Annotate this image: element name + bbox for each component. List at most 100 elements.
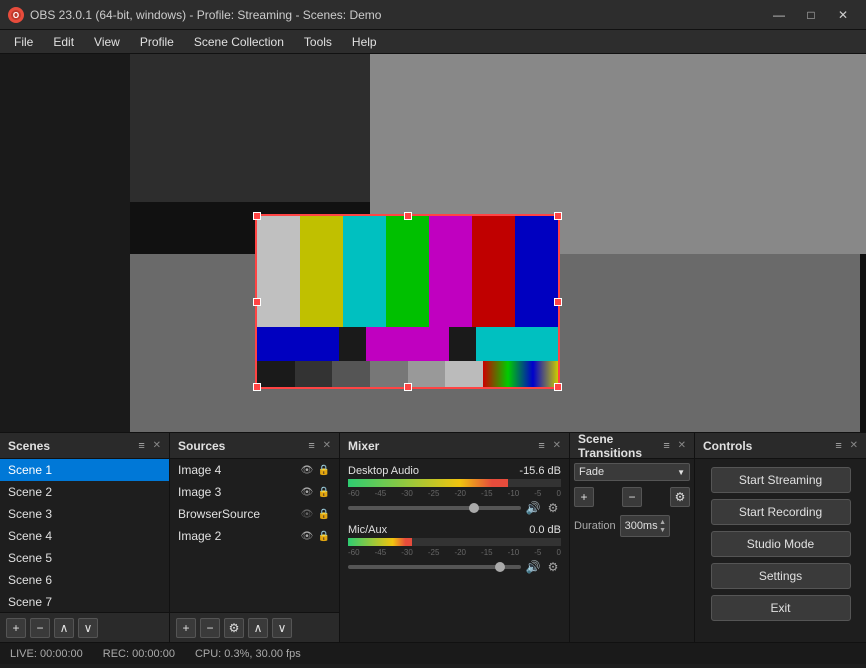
handle-bm[interactable] bbox=[404, 383, 412, 391]
transition-settings-button[interactable]: ⚙ bbox=[670, 487, 690, 507]
source-item-image3[interactable]: Image 3 👁 🔒 bbox=[170, 481, 339, 503]
source-lock-icon-image3[interactable]: 🔒 bbox=[317, 485, 331, 499]
scenes-panel-icons: ≡ ✕ bbox=[135, 439, 161, 453]
scenes-close-icon[interactable]: ✕ bbox=[153, 440, 161, 451]
duration-up-button[interactable]: ▲ bbox=[658, 518, 668, 526]
controls-content: Start Streaming Start Recording Studio M… bbox=[695, 459, 866, 642]
mixer-meter-mic-bar bbox=[348, 538, 412, 546]
scene-item-6[interactable]: Scene 6 bbox=[0, 569, 169, 591]
handle-bl[interactable] bbox=[253, 383, 261, 391]
source-eye-icon-image2[interactable]: 👁 bbox=[300, 529, 314, 543]
scene-item-5[interactable]: Scene 5 bbox=[0, 547, 169, 569]
menu-help[interactable]: Help bbox=[342, 33, 387, 51]
sources-list: Image 4 👁 🔒 Image 3 👁 🔒 BrowserSource 👁 … bbox=[170, 459, 339, 612]
scenes-up-button[interactable]: ∧ bbox=[54, 618, 74, 638]
source-eye-icon-image3[interactable]: 👁 bbox=[300, 485, 314, 499]
exit-button[interactable]: Exit bbox=[711, 595, 851, 621]
sources-panel-icons: ≡ ✕ bbox=[305, 439, 331, 453]
mixer-track-mic: Mic/Aux 0.0 dB -60-45-30-25-20-15-10-50 … bbox=[340, 522, 569, 581]
start-recording-button[interactable]: Start Recording bbox=[711, 499, 851, 525]
start-streaming-button[interactable]: Start Streaming bbox=[711, 467, 851, 493]
source-item-image4[interactable]: Image 4 👁 🔒 bbox=[170, 459, 339, 481]
duration-down-button[interactable]: ▼ bbox=[658, 526, 668, 534]
mixer-close-icon[interactable]: ✕ bbox=[553, 440, 561, 451]
mixer-config-icon[interactable]: ≡ bbox=[535, 439, 549, 453]
menu-file[interactable]: File bbox=[4, 33, 43, 51]
handle-tl[interactable] bbox=[253, 212, 261, 220]
scene-item-4[interactable]: Scene 4 bbox=[0, 525, 169, 547]
controls-close-icon[interactable]: ✕ bbox=[850, 440, 858, 451]
menu-scene-collection[interactable]: Scene Collection bbox=[184, 33, 294, 51]
scenes-config-icon[interactable]: ≡ bbox=[135, 439, 149, 453]
mixer-settings-mic[interactable]: ⚙ bbox=[545, 559, 561, 575]
scenes-down-button[interactable]: ∨ bbox=[78, 618, 98, 638]
chevron-down-icon: ▼ bbox=[677, 468, 685, 477]
mixer-slider-desktop[interactable] bbox=[348, 506, 521, 510]
source-eye-icon-browser[interactable]: 👁 bbox=[300, 507, 314, 521]
transitions-close-icon[interactable]: ✕ bbox=[678, 440, 686, 451]
source-lock-icon-image4[interactable]: 🔒 bbox=[317, 463, 331, 477]
mixer-mute-desktop[interactable]: 🔊 bbox=[525, 500, 541, 516]
duration-input[interactable]: 300ms ▲ ▼ bbox=[620, 515, 670, 537]
close-button[interactable]: ✕ bbox=[828, 5, 858, 25]
sources-config-icon[interactable]: ≡ bbox=[305, 439, 319, 453]
mixer-meter-desktop-bar bbox=[348, 479, 508, 487]
sources-add-button[interactable]: + bbox=[176, 618, 196, 638]
source-name-image3: Image 3 bbox=[178, 485, 300, 499]
mixer-mute-mic[interactable]: 🔊 bbox=[525, 559, 541, 575]
menu-bar: File Edit View Profile Scene Collection … bbox=[0, 30, 866, 54]
transition-remove-button[interactable]: − bbox=[622, 487, 642, 507]
status-bar: LIVE: 00:00:00 REC: 00:00:00 CPU: 0.3%, … bbox=[0, 642, 866, 664]
handle-br[interactable] bbox=[554, 383, 562, 391]
svg-text:O: O bbox=[13, 11, 19, 20]
sources-settings-button[interactable]: ⚙ bbox=[224, 618, 244, 638]
sources-remove-button[interactable]: − bbox=[200, 618, 220, 638]
transition-buttons: + − ⚙ bbox=[574, 487, 690, 507]
menu-view[interactable]: View bbox=[84, 33, 130, 51]
sources-down-button[interactable]: ∨ bbox=[272, 618, 292, 638]
studio-mode-button[interactable]: Studio Mode bbox=[711, 531, 851, 557]
mixer-meter-mic bbox=[348, 538, 561, 546]
handle-mr[interactable] bbox=[554, 298, 562, 306]
source-eye-icon-image4[interactable]: 👁 bbox=[300, 463, 314, 477]
scene-item-3[interactable]: Scene 3 bbox=[0, 503, 169, 525]
handle-tr[interactable] bbox=[554, 212, 562, 220]
scenes-remove-button[interactable]: − bbox=[30, 618, 50, 638]
title-bar: O OBS 23.0.1 (64-bit, windows) - Profile… bbox=[0, 0, 866, 30]
menu-edit[interactable]: Edit bbox=[43, 33, 84, 51]
duration-label: Duration bbox=[574, 520, 616, 532]
settings-button[interactable]: Settings bbox=[711, 563, 851, 589]
mixer-settings-desktop[interactable]: ⚙ bbox=[545, 500, 561, 516]
handle-tm[interactable] bbox=[404, 212, 412, 220]
maximize-button[interactable]: □ bbox=[796, 5, 826, 25]
sources-up-button[interactable]: ∧ bbox=[248, 618, 268, 638]
scene-item-1[interactable]: Scene 1 bbox=[0, 459, 169, 481]
menu-profile[interactable]: Profile bbox=[130, 33, 184, 51]
source-item-image2[interactable]: Image 2 👁 🔒 bbox=[170, 525, 339, 547]
transition-select-dropdown[interactable]: Fade ▼ bbox=[574, 463, 690, 481]
mixer-track-desktop-name: Desktop Audio bbox=[348, 465, 419, 477]
sources-close-icon[interactable]: ✕ bbox=[323, 440, 331, 451]
scene-item-2[interactable]: Scene 2 bbox=[0, 481, 169, 503]
handle-ml[interactable] bbox=[253, 298, 261, 306]
mixer-slider-row-desktop: 🔊 ⚙ bbox=[348, 500, 561, 516]
mixer-track-desktop: Desktop Audio -15.6 dB -60-45-30-25-20-1… bbox=[340, 463, 569, 522]
scene-item-7[interactable]: Scene 7 bbox=[0, 591, 169, 612]
transition-add-button[interactable]: + bbox=[574, 487, 594, 507]
source-name-image4: Image 4 bbox=[178, 463, 300, 477]
source-lock-icon-image2[interactable]: 🔒 bbox=[317, 529, 331, 543]
controls-config-icon[interactable]: ≡ bbox=[832, 439, 846, 453]
transitions-config-icon[interactable]: ≡ bbox=[660, 439, 674, 453]
mixer-panel: Mixer ≡ ✕ Desktop Audio -15.6 dB -60-45-… bbox=[340, 433, 570, 642]
mixer-track-mic-name: Mic/Aux bbox=[348, 524, 387, 536]
source-icons-image2: 👁 🔒 bbox=[300, 529, 331, 543]
minimize-button[interactable]: — bbox=[764, 5, 794, 25]
mixer-slider-mic[interactable] bbox=[348, 565, 521, 569]
source-icons-image3: 👁 🔒 bbox=[300, 485, 331, 499]
source-lock-icon-browser[interactable]: 🔒 bbox=[317, 507, 331, 521]
mixer-panel-title: Mixer bbox=[348, 439, 379, 453]
menu-tools[interactable]: Tools bbox=[294, 33, 342, 51]
scenes-add-button[interactable]: + bbox=[6, 618, 26, 638]
scenes-panel-header: Scenes ≡ ✕ bbox=[0, 433, 169, 459]
source-item-browser[interactable]: BrowserSource 👁 🔒 bbox=[170, 503, 339, 525]
